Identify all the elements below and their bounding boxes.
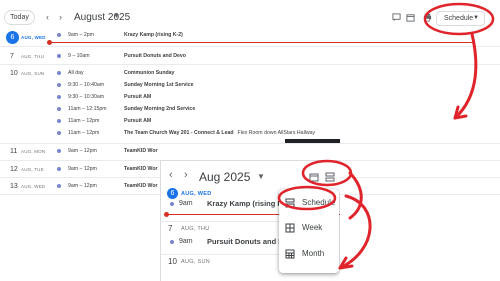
event-title: Pursuit Donuts and Devo <box>124 53 186 59</box>
event-time: 11am – 12pm <box>68 118 100 124</box>
event-dot <box>57 33 61 37</box>
event-time: 9am – 2pm <box>68 32 94 38</box>
event-dot <box>57 71 61 75</box>
event-row[interactable]: 11am – 12pm The Team Church Way 201 - Co… <box>0 129 500 138</box>
chevron-right-icon[interactable]: › <box>184 169 188 181</box>
day-number[interactable]: 10 <box>168 257 177 267</box>
event-dot <box>57 167 61 171</box>
calendar-icon[interactable] <box>406 13 415 22</box>
event-row[interactable]: 9:30 – 10:40am Sunday Morning 1st Servic… <box>0 81 500 90</box>
menu-item-week[interactable]: Week <box>279 218 339 238</box>
menu-item-schedule[interactable]: Schedule <box>279 193 339 213</box>
today-button[interactable]: Today <box>4 10 35 25</box>
event-title: Sunday Morning 1st Service <box>124 82 194 88</box>
menu-item-label: Month <box>302 249 325 258</box>
menu-item-label: Schedule <box>302 198 336 207</box>
day-label: AUG, WED <box>181 191 212 197</box>
today-date-circle[interactable]: 6 <box>167 188 178 199</box>
chevron-left-icon[interactable]: ‹ <box>169 169 173 181</box>
event-dot <box>170 240 174 244</box>
event-location: Flex Room down AllStars Hallway <box>237 130 316 136</box>
event-time: 9am – 12pm <box>68 148 97 154</box>
event-time: 11am – 12:15pm <box>68 106 107 112</box>
menu-item-label: Week <box>302 223 323 232</box>
view-menu: Schedule Week Month <box>279 189 339 273</box>
event-title-text: The Team Church Way 201 - Connect & Lead <box>124 130 234 136</box>
event-time: 9am <box>179 238 193 245</box>
event-title: Krazy Kamp (rising K- <box>207 199 286 208</box>
calendar-icon[interactable] <box>309 172 319 182</box>
current-time-line <box>50 42 475 43</box>
event-title: TeamKID Wor <box>124 148 158 154</box>
blank-area <box>0 198 160 281</box>
caret-down-icon[interactable]: ▼ <box>113 13 120 20</box>
print-icon[interactable] <box>423 13 432 22</box>
event-title: Sunday Morning 2nd Service <box>124 106 196 112</box>
day-divider <box>0 64 500 65</box>
event-dot <box>57 95 61 99</box>
day-divider <box>0 143 500 144</box>
event-title: Pursuit AM <box>124 94 152 100</box>
event-dot <box>57 83 61 87</box>
event-time: 9 – 10am <box>68 53 90 59</box>
annotation-arrowhead <box>338 256 354 270</box>
chevron-left-icon[interactable]: ‹ <box>46 11 49 23</box>
month-title: Aug 2025 <box>199 170 251 184</box>
event-row[interactable]: 9am – 12pm TeamKID Wor <box>0 147 500 156</box>
event-time: 9:30 – 10:30am <box>68 94 105 100</box>
event-time: 9am <box>179 200 193 207</box>
schedule-view-icon <box>285 198 295 208</box>
event-title: Pursuit AM <box>124 118 152 124</box>
event-dot <box>57 119 61 123</box>
event-title: Communion Sunday <box>124 70 175 76</box>
event-row[interactable]: 9am – 2pm Krazy Kamp (rising K-2) <box>0 31 500 40</box>
event-title: The Team Church Way 201 - Connect & Lead… <box>124 129 315 138</box>
calendar-toolbar: Today ‹ › August 2025 ▼ Schedule ▼ <box>0 0 500 30</box>
event-dot <box>170 202 174 206</box>
event-time: 9am – 12pm <box>68 166 97 172</box>
event-time: 9am – 12pm <box>68 183 97 189</box>
event-time: All day <box>68 70 84 76</box>
day-divider <box>0 46 500 47</box>
event-row[interactable]: 9 – 10am Pursuit Donuts and Devo <box>0 52 500 61</box>
annotation-arrow <box>348 171 363 220</box>
view-switcher-button[interactable]: Schedule ▼ <box>436 11 485 26</box>
menu-item-month[interactable]: Month <box>279 244 339 264</box>
event-row[interactable]: 11am – 12:15pm Sunday Morning 2nd Servic… <box>0 105 500 114</box>
day-label: AUG, SUN <box>181 259 210 265</box>
event-dot <box>57 54 61 58</box>
event-dot <box>57 184 61 188</box>
day-label: AUG, THU <box>181 226 210 232</box>
event-title: Krazy Kamp (rising K-2) <box>124 32 183 38</box>
event-time: 9:30 – 10:40am <box>68 82 105 88</box>
event-title: Pursuit Donuts and De <box>207 237 288 246</box>
annotation-arrow <box>338 194 372 270</box>
event-row[interactable]: 11am – 12pm Pursuit AM <box>0 117 500 126</box>
caret-down-icon: ▼ <box>473 15 479 21</box>
chevron-right-icon[interactable]: › <box>59 11 62 23</box>
event-title: TeamKID Wor <box>124 183 158 189</box>
day-number[interactable]: 7 <box>168 224 172 234</box>
event-row[interactable]: 9:30 – 10:30am Pursuit AM <box>0 93 500 102</box>
caret-down-icon[interactable]: ▼ <box>257 172 265 181</box>
month-calendar-icon <box>285 249 295 259</box>
event-dot <box>57 107 61 111</box>
event-title: TeamKID Wor <box>124 166 158 172</box>
view-switcher-label: Schedule <box>444 15 474 22</box>
event-dot <box>57 131 61 135</box>
event-row[interactable]: All day Communion Sunday <box>0 69 500 78</box>
schedule-view-icon[interactable] <box>325 172 335 182</box>
event-time: 11am – 12pm <box>68 130 100 136</box>
zoomed-inset: ‹ › Aug 2025 ▼ 6 AUG, WED 9am Krazy Kamp… <box>160 160 340 281</box>
event-dot <box>57 149 61 153</box>
week-grid-icon <box>285 223 295 233</box>
month-title: August 2025 <box>74 12 131 23</box>
feedback-icon[interactable] <box>392 13 401 22</box>
